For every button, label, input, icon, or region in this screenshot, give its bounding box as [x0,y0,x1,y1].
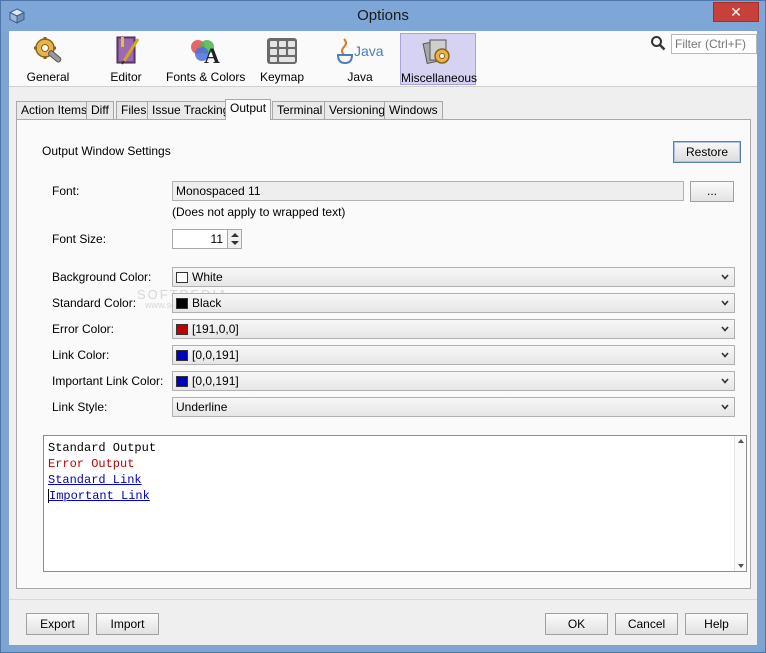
background-color-label: Background Color: [52,270,152,284]
category-label: Java [347,70,373,84]
client-area: General Editor A Fonts & Colors Keymap J… [9,31,757,645]
font-size-spinner[interactable]: 11 [172,229,242,249]
preview-standard-output: Standard Output [48,441,157,455]
category-label: Miscellaneous [401,71,478,85]
help-button[interactable]: Help [685,613,748,635]
scroll-down-icon[interactable] [738,564,744,568]
keyboard-icon [267,38,297,64]
spinner-up-icon[interactable] [231,233,239,237]
background-color-combo[interactable]: White [172,267,735,287]
window-title: Options [357,7,409,24]
color-swatch [176,272,188,283]
link-style-label: Link Style: [52,400,108,414]
color-swatch [176,298,188,309]
chevron-down-icon [721,326,729,332]
font-size-value: 11 [210,232,223,246]
category-editor[interactable]: Editor [88,33,164,85]
title-bar[interactable]: Options ✕ [1,1,765,31]
spinner-down-icon[interactable] [231,241,239,245]
scroll-up-icon[interactable] [738,439,744,443]
font-label: Font: [52,184,80,198]
font-field[interactable]: Monospaced 11 [172,181,684,201]
preview-scrollbar[interactable] [734,436,746,571]
dialog-button-bar: Export Import OK Cancel Help [9,599,757,645]
category-toolbar: General Editor A Fonts & Colors Keymap J… [9,31,757,87]
category-label: Editor [110,70,142,84]
category-keymap[interactable]: Keymap [244,33,320,85]
miscellaneous-icon [422,39,450,65]
chevron-down-icon [721,404,729,410]
book-pen-icon [116,36,140,65]
tab-action-items[interactable]: Action Items [16,101,93,119]
category-label: General [26,70,70,84]
fonts-colors-icon: A [191,40,220,67]
important-link-color-label: Important Link Color: [52,374,164,388]
chevron-down-icon [721,274,729,280]
options-window: Options ✕ General Editor A Fonts & Color… [0,0,766,653]
cancel-button[interactable]: Cancel [615,613,678,635]
chevron-down-icon [721,300,729,306]
category-java[interactable]: Java Java [322,33,398,85]
link-color-label: Link Color: [52,348,110,362]
color-swatch [176,324,188,335]
category-fonts-colors[interactable]: A Fonts & Colors [166,33,246,85]
svg-text:A: A [204,43,220,67]
close-button[interactable]: ✕ [713,2,759,22]
tab-issue-tracking[interactable]: Issue Tracking [147,101,235,119]
export-button[interactable]: Export [26,613,89,635]
tab-windows[interactable]: Windows [384,101,443,119]
font-browse-button[interactable]: ... [690,181,734,202]
tab-diff[interactable]: Diff [86,101,114,119]
output-preview[interactable]: Standard Output Error Output Standard Li… [43,435,747,572]
standard-color-combo[interactable]: Black [172,293,735,313]
preview-error-output: Error Output [48,457,135,471]
error-color-combo[interactable]: [191,0,0] [172,319,735,339]
tab-output[interactable]: Output [225,99,272,120]
font-note: (Does not apply to wrapped text) [172,205,346,219]
search-icon[interactable] [650,35,666,51]
link-style-combo[interactable]: Underline [172,397,735,417]
category-miscellaneous[interactable]: Miscellaneous [400,33,478,85]
ok-button[interactable]: OK [545,613,608,635]
preview-important-link[interactable]: Important Link [48,489,150,503]
link-color-combo[interactable]: [0,0,191] [172,345,735,365]
import-button[interactable]: Import [96,613,159,635]
java-logo-text: Java [354,43,384,59]
font-size-label: Font Size: [52,232,107,246]
category-label: Keymap [259,70,305,84]
output-settings-panel: Output Window Settings Restore Font: Mon… [16,119,751,589]
category-general[interactable]: General [10,33,86,85]
chevron-down-icon [721,352,729,358]
category-label: Fonts & Colors [166,70,246,84]
gear-wrench-icon [34,37,62,63]
filter-search-input[interactable] [671,34,757,54]
tab-versioning[interactable]: Versioning [324,101,391,119]
standard-color-label: Standard Color: [52,296,137,310]
tab-terminal[interactable]: Terminal [272,101,328,119]
section-title: Output Window Settings [42,144,171,158]
color-swatch [176,350,188,361]
preview-standard-link[interactable]: Standard Link [48,473,142,487]
chevron-down-icon [721,378,729,384]
error-color-label: Error Color: [52,322,115,336]
important-link-color-combo[interactable]: [0,0,191] [172,371,735,391]
restore-button[interactable]: Restore [673,141,741,163]
color-swatch [176,376,188,387]
java-icon: Java [336,38,384,65]
